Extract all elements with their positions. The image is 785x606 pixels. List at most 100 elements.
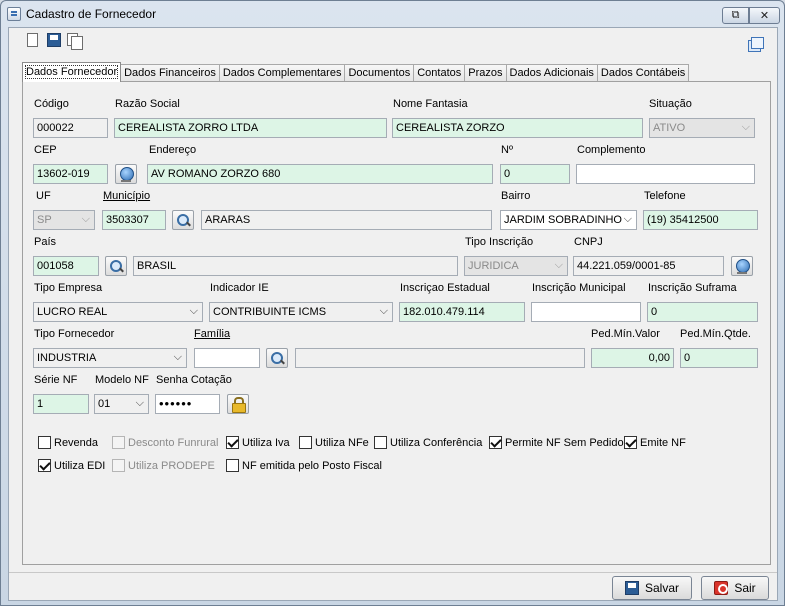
new-document-icon [27, 33, 38, 47]
save-icon [47, 33, 61, 47]
ped-min-qtde-label: Ped.Mín.Qtde. [680, 328, 751, 340]
tab-panel: Código 000022 Razão Social CEREALISTA ZO… [22, 81, 771, 565]
windows-icon [748, 37, 764, 52]
title-bar: Cadastro de Fornecedor ⧉ ✕ [1, 1, 784, 27]
cnpj-search-button[interactable] [731, 256, 753, 276]
tipo-empresa-label: Tipo Empresa [34, 282, 103, 294]
restore-button[interactable]: ⧉ [722, 7, 749, 24]
close-button[interactable]: ✕ [749, 7, 780, 24]
numero-field[interactable]: 0 [500, 164, 570, 184]
tab-dados-financeiros[interactable]: Dados Financeiros [120, 64, 220, 82]
familia-code-field[interactable] [194, 348, 260, 368]
pais-lookup-button[interactable] [105, 256, 127, 276]
uf-label: UF [36, 190, 51, 202]
emite-nf-checkbox[interactable]: Emite NF [624, 436, 686, 449]
desconto-funrural-checkbox[interactable]: Desconto Funrural [112, 436, 219, 449]
situacao-select[interactable]: ATIVO [649, 118, 755, 138]
utiliza-edi-checkbox[interactable]: Utiliza EDI [38, 459, 105, 472]
cep-label: CEP [34, 144, 57, 156]
new-button[interactable] [27, 33, 43, 49]
pais-code-field[interactable]: 001058 [33, 256, 99, 276]
utiliza-prodepe-checkbox[interactable]: Utiliza PRODEPE [112, 459, 215, 472]
municipio-lookup-button[interactable] [172, 210, 194, 230]
utiliza-nfe-checkbox[interactable]: Utiliza NFe [299, 436, 369, 449]
cep-field[interactable]: 13602-019 [33, 164, 108, 184]
codigo-label: Código [34, 98, 69, 110]
save-button[interactable]: Salvar [612, 576, 692, 600]
cep-search-button[interactable] [115, 164, 137, 184]
cnpj-label: CNPJ [574, 236, 603, 248]
save-toolbar-button[interactable] [47, 33, 63, 49]
ped-min-qtde-field[interactable]: 0 [680, 348, 758, 368]
tab-dados-fornecedor[interactable]: Dados Fornecedor [22, 62, 122, 82]
nf-emitida-posto-fiscal-checkbox[interactable]: NF emitida pelo Posto Fiscal [226, 459, 382, 472]
cnpj-field[interactable]: 44.221.059/0001-85 [573, 256, 724, 276]
revenda-checkbox[interactable]: Revenda [38, 436, 98, 449]
telefone-field[interactable]: (19) 35412500 [643, 210, 758, 230]
tab-prazos[interactable]: Prazos [464, 64, 507, 82]
familia-label[interactable]: Família [194, 328, 230, 340]
tab-dados-complementares[interactable]: Dados Complementares [218, 64, 346, 82]
familia-lookup-button[interactable] [266, 348, 288, 368]
copy-icon [67, 33, 83, 50]
familia-name-field [295, 348, 585, 368]
tab-dados-contabeis[interactable]: Dados Contábeis [596, 64, 690, 82]
tab-documentos[interactable]: Documentos [344, 64, 415, 82]
bairro-label: Bairro [501, 190, 531, 202]
senha-cotacao-field[interactable]: •••••• [155, 394, 220, 414]
indicador-ie-label: Indicador IE [210, 282, 269, 294]
serie-nf-field[interactable]: 1 [33, 394, 89, 414]
inscricao-suframa-field[interactable]: 0 [647, 302, 758, 322]
senha-cotacao-label: Senha Cotação [156, 374, 232, 386]
bairro-select[interactable]: JARDIM SOBRADINHO [500, 210, 637, 230]
client-area: Dados Fornecedor Dados Financeiros Dados… [8, 27, 778, 601]
codigo-field[interactable]: 000022 [33, 118, 108, 138]
pais-name-field: BRASIL [133, 256, 458, 276]
municipio-name-field: ARARAS [201, 210, 492, 230]
inscricao-estadual-field[interactable]: 182.010.479.114 [399, 302, 525, 322]
tab-contatos[interactable]: Contatos [413, 64, 466, 82]
window-title: Cadastro de Fornecedor [26, 7, 157, 21]
save-icon [624, 581, 639, 595]
inscricao-estadual-label: Inscriçao Estadual [400, 282, 490, 294]
app-icon [7, 7, 21, 21]
modelo-nf-label: Modelo NF [95, 374, 149, 386]
copy-button[interactable] [67, 33, 83, 50]
exit-icon [714, 581, 729, 595]
situacao-label: Situação [649, 98, 692, 110]
senha-lock-button[interactable] [227, 394, 249, 414]
municipio-code-field[interactable]: 3503307 [102, 210, 166, 230]
modelo-nf-select[interactable]: 01 [94, 394, 149, 414]
complemento-label: Complemento [577, 144, 646, 156]
tipo-fornecedor-select[interactable]: INDUSTRIA [33, 348, 187, 368]
inscricao-municipal-label: Inscrição Municipal [532, 282, 626, 294]
utiliza-conferencia-checkbox[interactable]: Utiliza Conferência [374, 436, 482, 449]
serie-nf-label: Série NF [34, 374, 78, 386]
separator [9, 572, 777, 573]
endereco-label: Endereço [149, 144, 197, 156]
tipo-inscricao-select[interactable]: JURIDICA [464, 256, 568, 276]
tipo-empresa-select[interactable]: LUCRO REAL [33, 302, 203, 322]
complemento-field[interactable] [576, 164, 755, 184]
razao-social-label: Razão Social [115, 98, 180, 110]
permite-nf-sem-pedido-checkbox[interactable]: Permite NF Sem Pedido [489, 436, 624, 449]
inscricao-municipal-field[interactable] [531, 302, 641, 322]
utiliza-iva-checkbox[interactable]: Utiliza Iva [226, 436, 290, 449]
indicador-ie-select[interactable]: CONTRIBUINTE ICMS [209, 302, 393, 322]
pais-label: País [34, 236, 57, 248]
windows-button[interactable] [748, 36, 764, 52]
restore-icon: ⧉ [731, 9, 740, 21]
app-window: Cadastro de Fornecedor ⧉ ✕ Dados Fornece… [0, 0, 785, 606]
endereco-field[interactable]: AV ROMANO ZORZO 680 [147, 164, 493, 184]
inscricao-suframa-label: Inscrição Suframa [648, 282, 737, 294]
telefone-label: Telefone [644, 190, 686, 202]
uf-select[interactable]: SP [33, 210, 95, 230]
razao-social-field[interactable]: CEREALISTA ZORRO LTDA [114, 118, 387, 138]
ped-min-valor-field[interactable]: 0,00 [591, 348, 674, 368]
exit-button[interactable]: Sair [701, 576, 769, 600]
ped-min-valor-label: Ped.Mín.Valor [591, 328, 660, 340]
nome-fantasia-field[interactable]: CEREALISTA ZORZO [392, 118, 643, 138]
close-icon: ✕ [759, 10, 770, 22]
tab-dados-adicionais[interactable]: Dados Adicionais [505, 64, 598, 82]
municipio-label[interactable]: Município [103, 190, 150, 202]
